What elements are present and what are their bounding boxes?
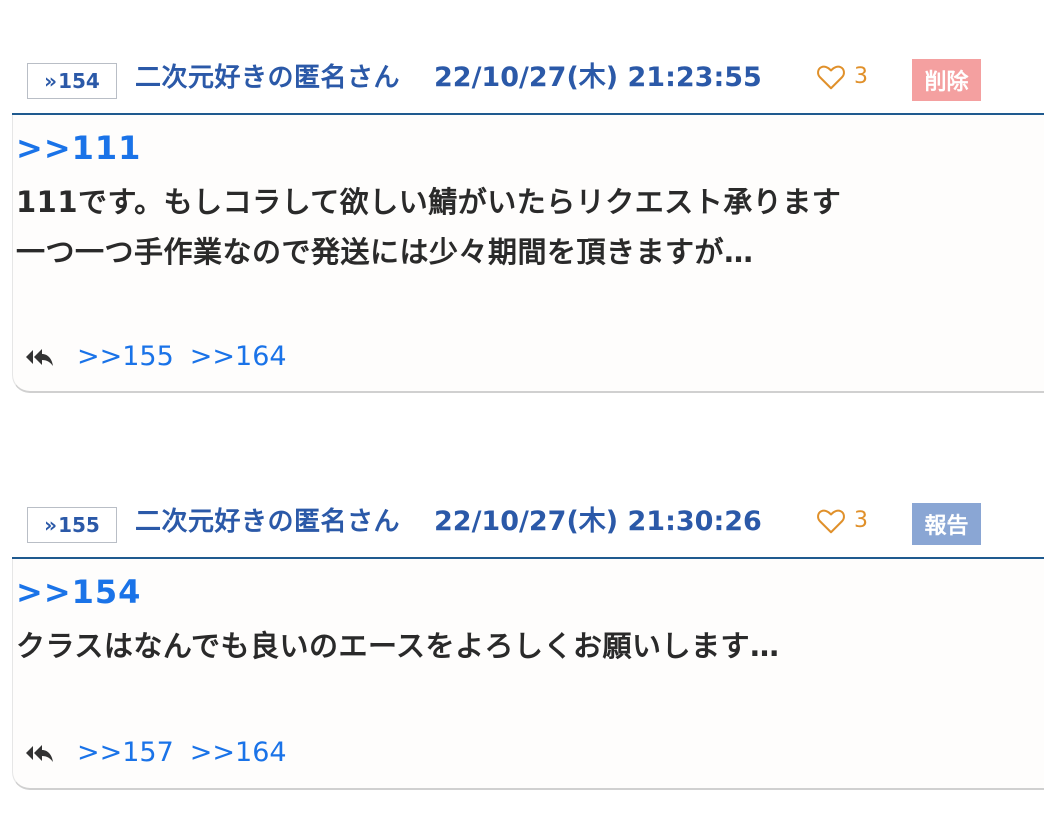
reply-link[interactable]: >>164 (190, 341, 287, 372)
res-number-button[interactable]: » 154 (27, 63, 117, 99)
reply-list: >>155 >>164 (25, 341, 303, 372)
res-number-button[interactable]: » 155 (27, 507, 117, 543)
heart-outline-icon (817, 509, 845, 534)
post-date: 22/10/27(木) 21:30:26 (434, 506, 762, 537)
post-body: >>111 111です。もしコラして欲しい鯖がいたらリクエスト承ります 一つ一つ… (12, 115, 1044, 393)
reply-link[interactable]: >>155 (77, 341, 174, 372)
anchor-link[interactable]: >>154 (16, 573, 141, 611)
delete-button[interactable]: 削除 (912, 59, 981, 101)
author-name[interactable]: 二次元好きの匿名さん (135, 502, 400, 542)
post-date: 22/10/27(木) 21:23:55 (434, 62, 762, 93)
anchor-link[interactable]: >>111 (16, 129, 141, 167)
like-count: 3 (854, 508, 868, 533)
double-chevron-right-icon: » (44, 69, 58, 93)
heart-outline-icon (817, 65, 845, 90)
double-chevron-right-icon: » (44, 513, 58, 537)
res-number: 154 (58, 69, 100, 93)
like-button[interactable]: 3 (816, 59, 868, 95)
post-header: » 155 二次元好きの匿名さん 22/10/27(木) 21:30:26 3 … (12, 499, 1044, 559)
reply-list: >>157 >>164 (25, 737, 303, 768)
reply-link[interactable]: >>157 (77, 737, 174, 768)
like-count: 3 (854, 64, 868, 89)
reply-all-icon (26, 744, 53, 762)
report-button[interactable]: 報告 (912, 503, 981, 545)
author-name[interactable]: 二次元好きの匿名さん (135, 58, 400, 98)
like-button[interactable]: 3 (816, 503, 868, 539)
body-line: クラスはなんでも良いのエースをよろしくお願いします… (16, 629, 780, 663)
post-header: » 154 二次元好きの匿名さん 22/10/27(木) 21:23:55 3 … (12, 55, 1044, 115)
body-line: 一つ一つ手作業なので発送には少々期間を頂きますが… (16, 235, 754, 269)
reply-link[interactable]: >>164 (190, 737, 287, 768)
res-number: 155 (58, 513, 100, 537)
body-line: 111です。もしコラして欲しい鯖がいたらリクエスト承ります (16, 185, 842, 219)
post-body: >>154 クラスはなんでも良いのエースをよろしくお願いします… >>157 >… (12, 559, 1044, 790)
reply-all-icon (26, 348, 53, 366)
